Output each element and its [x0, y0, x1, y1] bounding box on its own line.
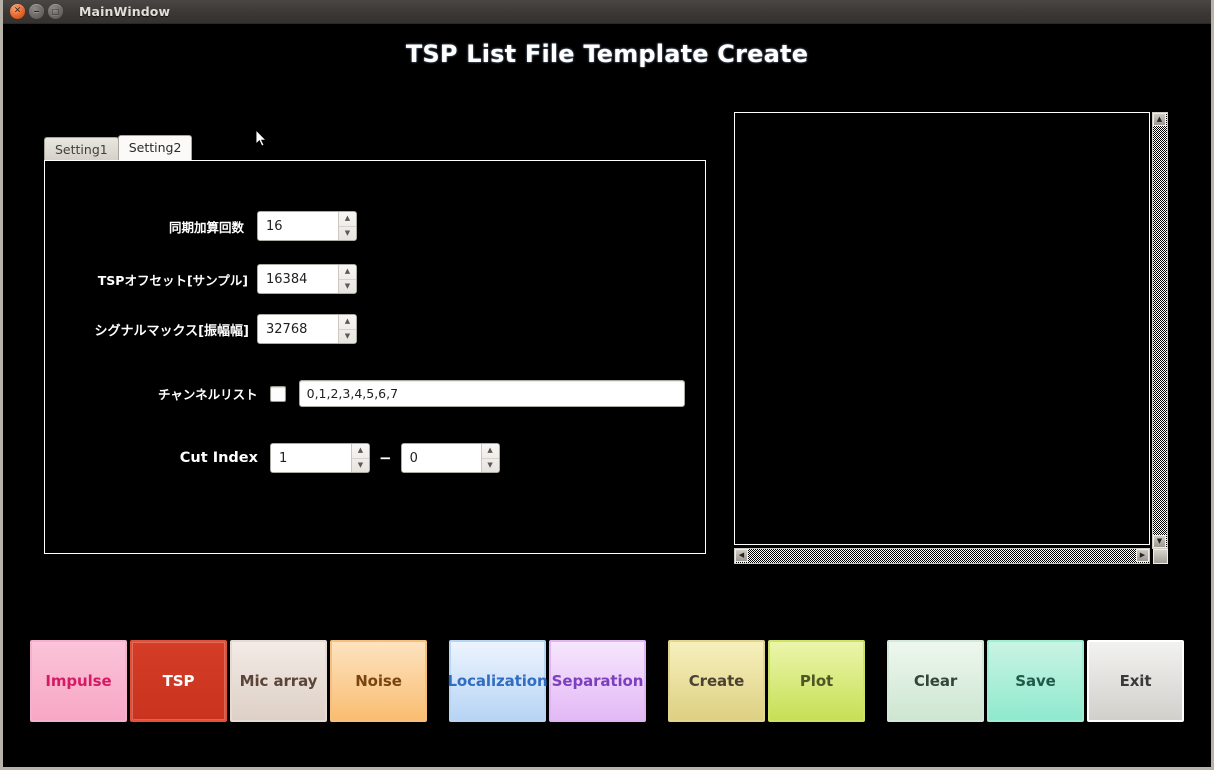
button-clear[interactable]: Clear [887, 640, 984, 722]
window-maximize-button[interactable]: □ [48, 4, 63, 19]
spin-up-icon[interactable]: ▲ [339, 212, 356, 227]
plot-canvas-container: ▲ ▼ ◀ ▶ [734, 112, 1168, 564]
label-channel-list: チャンネルリスト [158, 387, 258, 402]
label-cut-index: Cut Index [179, 450, 258, 466]
button-localization[interactable]: Localization [447, 640, 548, 722]
spin-up-icon[interactable]: ▲ [339, 265, 356, 280]
channel-list-checkbox[interactable] [269, 385, 286, 402]
spinbox-tsp-offset[interactable]: 16384 ▲ ▼ [257, 264, 357, 294]
spin-down-icon[interactable]: ▼ [339, 280, 356, 294]
spinbox-cut-index-from-arrows: ▲ ▼ [351, 444, 369, 472]
spinbox-tsp-offset-value[interactable]: 16384 [258, 265, 338, 293]
window-minimize-button[interactable]: − [29, 4, 44, 19]
scrollbar-corner [1153, 549, 1168, 564]
button-impulse[interactable]: Impulse [30, 640, 127, 722]
button-group-processing: Localization Separation [447, 640, 646, 722]
button-separation[interactable]: Separation [549, 640, 646, 722]
mouse-cursor-icon [256, 130, 268, 147]
button-tsp[interactable]: TSP [130, 640, 227, 722]
spin-up-icon[interactable]: ▲ [352, 444, 369, 459]
spinbox-tsp-offset-arrows: ▲ ▼ [338, 265, 356, 293]
plot-canvas[interactable] [734, 112, 1150, 545]
scroll-up-icon[interactable]: ▲ [1153, 113, 1166, 126]
scroll-down-icon[interactable]: ▼ [1153, 535, 1166, 548]
field-row-sync-add-count: 同期加算回数 16 ▲ ▼ [45, 211, 357, 241]
field-row-tsp-offset: TSPオフセット[サンプル] 16384 ▲ ▼ [45, 264, 357, 294]
spinbox-cut-index-to-value[interactable]: 0 [401, 444, 481, 472]
horizontal-scrollbar[interactable]: ◀ ▶ [734, 548, 1150, 564]
close-icon: ✕ [13, 6, 22, 16]
minimize-icon: − [33, 6, 40, 16]
label-sync-add-count: 同期加算回数 [168, 219, 244, 235]
spinbox-sync-add-count[interactable]: 16 ▲ ▼ [257, 211, 357, 241]
button-create[interactable]: Create [668, 640, 765, 722]
spinbox-cut-index-from-value[interactable]: 1 [271, 444, 351, 472]
window-title: MainWindow [79, 4, 171, 19]
scroll-right-icon[interactable]: ▶ [1136, 549, 1149, 562]
button-noise[interactable]: Noise [330, 640, 427, 722]
label-tsp-offset: TSPオフセット[サンプル] [97, 272, 248, 288]
vertical-scrollbar[interactable]: ▲ ▼ [1152, 112, 1168, 549]
field-row-signal-max: シグナルマックス[振幅幅] 32768 ▲ ▼ [45, 314, 357, 344]
field-row-cut-index: Cut Index 1 ▲ ▼ − 0 ▲ ▼ [45, 443, 685, 473]
window-close-button[interactable]: ✕ [10, 4, 25, 19]
button-save[interactable]: Save [987, 640, 1084, 722]
button-group-file-ops: Clear Save Exit [887, 640, 1184, 722]
title-bar: ✕ − □ MainWindow [3, 0, 1211, 24]
spinbox-signal-max[interactable]: 32768 ▲ ▼ [257, 314, 357, 344]
settings-panel: 同期加算回数 16 ▲ ▼ TSPオフセット[サンプル] 16384 ▲ ▼ シ… [44, 160, 706, 554]
scroll-left-icon[interactable]: ◀ [735, 549, 748, 562]
button-mic-array[interactable]: Mic array [230, 640, 327, 722]
tab-setting1[interactable]: Setting1 [44, 137, 119, 160]
button-group-actions: Create Plot [668, 640, 865, 722]
field-row-channel-list: チャンネルリスト 0,1,2,3,4,5,6,7 [45, 380, 685, 407]
spin-down-icon[interactable]: ▼ [352, 459, 369, 473]
spinbox-cut-index-to[interactable]: 0 ▲ ▼ [400, 443, 500, 473]
spin-down-icon[interactable]: ▼ [339, 227, 356, 241]
tab-setting2[interactable]: Setting2 [117, 135, 193, 160]
button-group-signal-type: Impulse TSP Mic array Noise [30, 640, 427, 722]
spin-up-icon[interactable]: ▲ [339, 315, 356, 330]
spinbox-signal-max-arrows: ▲ ▼ [338, 315, 356, 343]
spin-down-icon[interactable]: ▼ [339, 330, 356, 344]
spinbox-sync-add-count-arrows: ▲ ▼ [338, 212, 356, 240]
spin-down-icon[interactable]: ▼ [482, 459, 499, 473]
tab-bar: Setting1 Setting2 [44, 135, 193, 160]
button-exit[interactable]: Exit [1087, 640, 1184, 722]
button-plot[interactable]: Plot [768, 640, 865, 722]
main-window: ✕ − □ MainWindow TSP List File Template … [0, 0, 1214, 770]
spinbox-cut-index-to-arrows: ▲ ▼ [480, 444, 499, 473]
spinbox-cut-index-from[interactable]: 1 ▲ ▼ [270, 443, 370, 473]
channel-list-input[interactable]: 0,1,2,3,4,5,6,7 [298, 380, 685, 407]
label-signal-max: シグナルマックス[振幅幅] [94, 323, 250, 339]
spinbox-sync-add-count-value[interactable]: 16 [258, 212, 338, 240]
cut-index-separator: − [379, 449, 392, 467]
spinbox-signal-max-value[interactable]: 32768 [258, 315, 338, 343]
maximize-icon: □ [51, 6, 60, 16]
page-title: TSP List File Template Create [405, 40, 809, 68]
spin-up-icon[interactable]: ▲ [481, 444, 499, 459]
action-button-bar: Impulse TSP Mic array Noise Localization… [30, 640, 1184, 722]
